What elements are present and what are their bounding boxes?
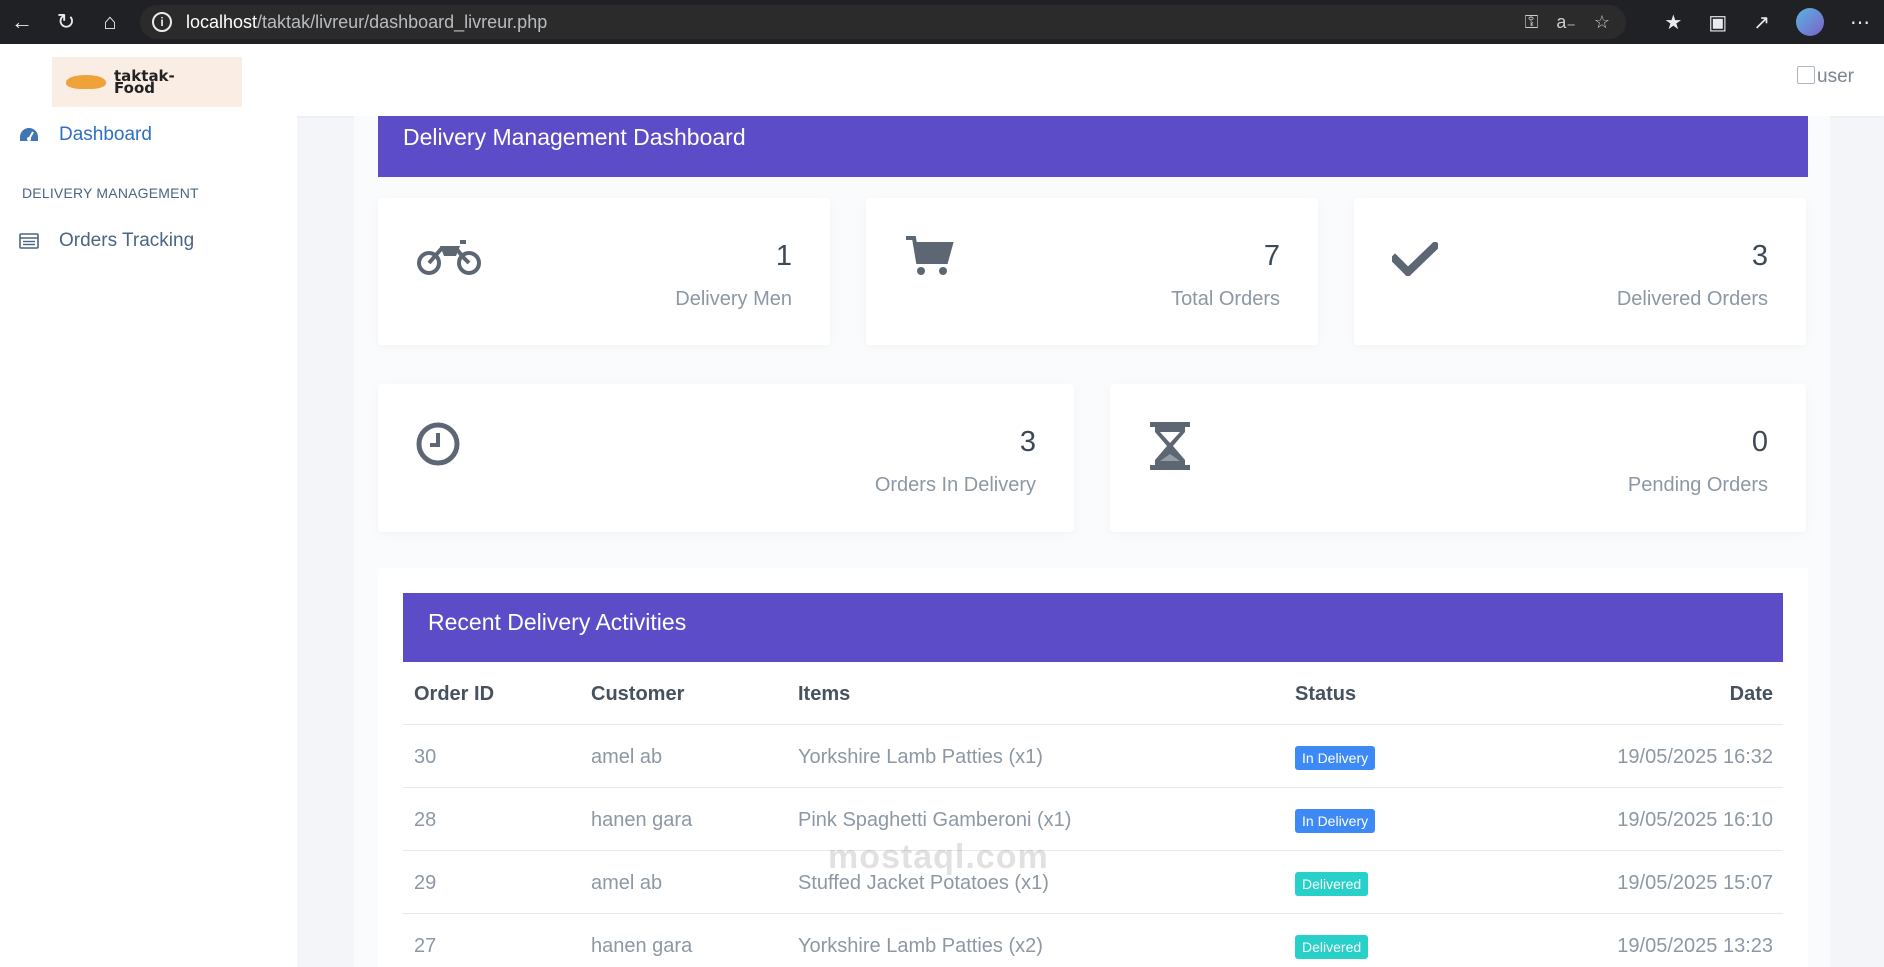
sidebar: Dashboard DELIVERY MANAGEMENT Orders Tra… <box>0 116 297 967</box>
sidebar-item-orders-tracking[interactable]: Orders Tracking <box>18 230 194 252</box>
row-divider <box>403 724 1783 725</box>
status-badge: Delivered <box>1295 872 1369 896</box>
url-path: /taktak/livreur/dashboard_livreur.php <box>257 11 548 32</box>
clock-icon <box>416 422 460 471</box>
stat-value: 1 <box>775 240 792 272</box>
favorite-star-icon[interactable]: ☆ <box>1594 12 1610 33</box>
cell-date: 19/05/2025 13:23 <box>1617 935 1773 957</box>
main-content: Delivery Management Dashboard 1 Delivery… <box>354 116 1830 967</box>
sidebar-section-heading: DELIVERY MANAGEMENT <box>22 185 199 201</box>
stat-card-pending-orders: 0 Pending Orders <box>1110 384 1806 532</box>
screenshot-icon[interactable]: ▣ <box>1708 10 1727 35</box>
sidebar-item-dashboard[interactable]: Dashboard <box>18 124 152 146</box>
cell-date: 19/05/2025 15:07 <box>1617 872 1773 894</box>
section-title: Recent Delivery Activities <box>403 593 1783 662</box>
app-header: taktak- Food user <box>0 44 1884 116</box>
column-header-order-id: Order ID <box>414 683 495 705</box>
cell-order-id: 30 <box>414 746 437 768</box>
column-header-date: Date <box>1729 683 1773 705</box>
share-icon[interactable]: ↗ <box>1753 10 1770 35</box>
cell-order-id: 28 <box>414 809 437 831</box>
user-alt-text: user <box>1817 66 1854 87</box>
stat-label: Delivered Orders <box>1616 288 1768 310</box>
profile-avatar[interactable] <box>1796 8 1824 36</box>
site-info-icon[interactable]: i <box>152 12 172 32</box>
stat-label: Delivery Men <box>675 288 792 310</box>
stat-value: 7 <box>1263 240 1280 272</box>
cell-date: 19/05/2025 16:10 <box>1617 809 1773 831</box>
cell-customer: amel ab <box>591 746 663 768</box>
broken-image-icon <box>1797 66 1816 84</box>
status-badge: In Delivery <box>1295 809 1376 833</box>
brand-logo[interactable]: taktak- Food <box>52 57 242 107</box>
key-icon[interactable]: ⚿ <box>1525 12 1539 33</box>
logo-mark-icon <box>66 75 106 89</box>
watermark: mostaql.com <box>828 838 1049 876</box>
cell-order-id: 29 <box>414 872 437 894</box>
stat-card-delivery-men: 1 Delivery Men <box>378 198 830 345</box>
stat-value: 0 <box>1751 426 1768 458</box>
cell-customer: hanen gara <box>591 809 693 831</box>
recent-activities-panel: Recent Delivery Activities Order ID Cust… <box>378 568 1808 967</box>
more-menu-icon[interactable]: ⋯ <box>1850 10 1870 35</box>
reload-icon[interactable]: ↻ <box>44 0 88 44</box>
address-bar[interactable]: i localhost/taktak/livreur/dashboard_liv… <box>140 5 1626 39</box>
status-badge: In Delivery <box>1295 746 1376 770</box>
back-icon[interactable]: ← <box>0 0 44 44</box>
column-header-items: Items <box>798 683 851 705</box>
cell-items: Pink Spaghetti Gamberoni (x1) <box>798 809 1072 831</box>
cell-date: 19/05/2025 16:32 <box>1617 746 1773 768</box>
hourglass-icon <box>1148 420 1192 477</box>
cell-items: Yorkshire Lamb Patties (x2) <box>798 935 1043 957</box>
page-title: Delivery Management Dashboard <box>378 116 1808 177</box>
stat-card-total-orders: 7 Total Orders <box>866 198 1318 345</box>
cell-customer: hanen gara <box>591 935 693 957</box>
row-divider <box>403 787 1783 788</box>
status-badge: Delivered <box>1295 935 1369 959</box>
dashboard-gauge-icon <box>18 127 40 143</box>
url-host: localhost <box>186 11 258 32</box>
cell-order-id: 27 <box>414 935 437 957</box>
sidebar-item-label: Dashboard <box>59 124 152 145</box>
stat-value: 3 <box>1751 240 1768 272</box>
cell-items: Yorkshire Lamb Patties (x1) <box>798 746 1043 768</box>
list-icon <box>18 233 40 249</box>
stat-label: Total Orders <box>1171 288 1280 310</box>
row-divider <box>403 913 1783 914</box>
cart-icon <box>904 234 954 283</box>
sidebar-item-label: Orders Tracking <box>59 230 195 251</box>
stat-label: Orders In Delivery <box>874 474 1036 496</box>
home-icon[interactable]: ⌂ <box>88 0 132 44</box>
browser-toolbar: ← ↻ ⌂ i localhost/taktak/livreur/dashboa… <box>0 0 1884 44</box>
column-header-customer: Customer <box>591 683 685 705</box>
stat-label: Pending Orders <box>1627 474 1768 496</box>
favorites-icon[interactable]: ★ <box>1664 10 1682 35</box>
user-avatar[interactable]: user <box>1797 66 1854 88</box>
translate-icon[interactable]: a₋ <box>1556 12 1576 33</box>
check-icon <box>1389 240 1441 281</box>
row-divider <box>403 850 1783 851</box>
stat-card-delivered-orders: 3 Delivered Orders <box>1354 198 1806 345</box>
column-header-status: Status <box>1295 683 1357 705</box>
logo-text-2: Food <box>114 79 155 97</box>
stat-card-orders-in-delivery: 3 Orders In Delivery <box>378 384 1074 532</box>
motorcycle-icon <box>416 236 482 281</box>
stat-value: 3 <box>1019 426 1036 458</box>
cell-customer: amel ab <box>591 872 663 894</box>
